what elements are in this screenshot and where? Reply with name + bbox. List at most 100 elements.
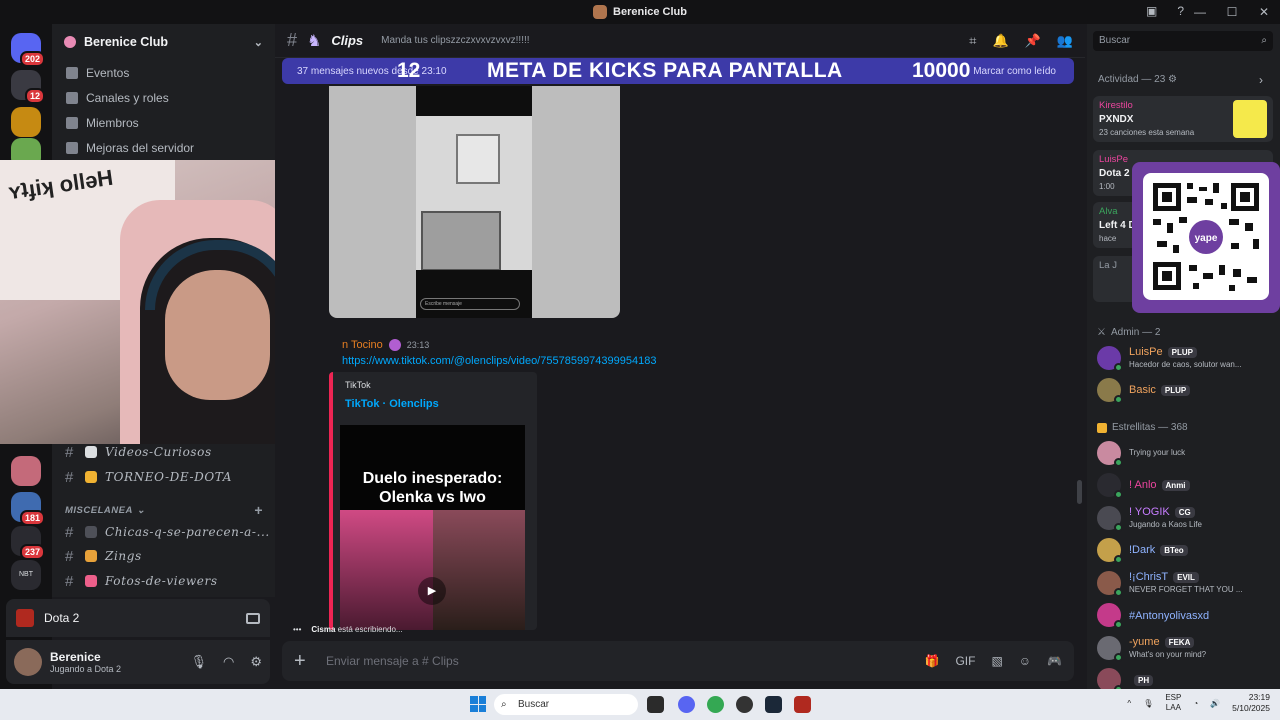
video-attachment[interactable]: Escribe mensaje [329, 86, 620, 318]
clock[interactable]: 23:19 5/10/2025 [1232, 692, 1270, 714]
gift-icon[interactable]: 🎁 [924, 654, 939, 668]
member-item[interactable]: ! YOGIK CG Jugando a Kaos Life [1093, 502, 1275, 533]
gear-icon[interactable]: ⚙ [250, 654, 262, 670]
typing-text: está escribiendo... [337, 625, 403, 634]
activity-bar[interactable]: Dota 2 [6, 599, 270, 637]
sticker-icon[interactable]: ▧ [991, 654, 1002, 668]
unread-badge: 181 [19, 510, 45, 526]
message-link[interactable]: https://www.tiktok.com/@olenclips/video/… [342, 355, 656, 367]
member-name: !Dark [1129, 544, 1156, 556]
nav-label: Eventos [86, 65, 130, 80]
qr-pattern: yape [1153, 183, 1259, 291]
embed-video-thumbnail[interactable]: Duelo inesperado: Olenka vs Iwo ▶ [340, 425, 525, 630]
window-title: Berenice Club [593, 5, 687, 19]
unread-badge: 237 [19, 544, 45, 560]
member-name: ! Anlo [1129, 479, 1157, 491]
server-icon[interactable]: 181 [11, 492, 45, 526]
member-status: Hacedor de caos, solutor wan... [1129, 359, 1242, 369]
screen-share-icon[interactable] [246, 612, 260, 624]
volume-icon[interactable]: 🔊 [1210, 699, 1220, 708]
minimize-button[interactable]: — [1184, 5, 1216, 19]
channel-name: TORNEO-DE-DOTA [105, 470, 232, 484]
pin-icon[interactable]: 📌 [1025, 33, 1041, 49]
channel-name: Videos-Curiosos [105, 445, 212, 459]
server-icon[interactable]: 12 [11, 70, 45, 104]
mark-as-read-button[interactable]: Marcar como leído [973, 66, 1056, 77]
microphone-icon[interactable]: 🎙 [190, 654, 207, 670]
chevron-right-icon[interactable]: › [1259, 73, 1263, 87]
bell-icon[interactable]: 🔔 [992, 33, 1008, 49]
member-item[interactable]: -yume FEKA What's on your mind? [1093, 632, 1275, 663]
maximize-button[interactable]: ☐ [1216, 5, 1248, 19]
category-header[interactable]: MISCELANEA ⌄ + [52, 500, 275, 520]
new-messages-banner[interactable]: 37 mensajes nuevos desde 23:10 12 META D… [282, 58, 1074, 84]
wifi-icon[interactable]: ◔ [1193, 699, 1198, 708]
member-item[interactable]: ! Anlo Anmi [1093, 470, 1275, 501]
chevron-up-icon[interactable]: ^ [1127, 699, 1131, 708]
apps-icon[interactable]: 🎮 [1047, 654, 1062, 668]
server-icon-home[interactable]: 202 [11, 33, 45, 67]
server-header[interactable]: Berenice Club ⌄ [52, 24, 275, 60]
search-input[interactable]: Buscar ⌕ [1093, 31, 1273, 51]
help-icon[interactable]: ? [1177, 4, 1184, 18]
channel-item[interactable]: # Chicas-q-se-parecen-a-... [52, 520, 275, 544]
members-icon[interactable]: 👥 [1057, 33, 1073, 49]
server-icon[interactable] [11, 107, 41, 137]
video-frame: Escribe mensaje [416, 86, 532, 318]
headphones-icon[interactable]: ◠ [223, 654, 234, 670]
add-channel-icon[interactable]: + [254, 502, 263, 518]
channel-header: # ♞ Clips Manda tus clipszzczxvxvzvxvz!!… [275, 24, 1085, 58]
play-icon[interactable]: ▶ [418, 577, 446, 605]
microphone-icon[interactable]: 🎙 [1143, 699, 1153, 708]
member-item[interactable]: LuisPe PLUP Hacedor de caos, solutor wan..… [1093, 342, 1275, 373]
avatar[interactable] [14, 648, 42, 676]
activity-user: La J [1099, 260, 1117, 271]
nav-boosts[interactable]: Mejoras del servidor [52, 135, 275, 160]
qr-label: yape [1195, 233, 1218, 244]
inbox-icon[interactable]: ▣ [1146, 4, 1157, 18]
channel-name: Fotos-de-viewers [105, 574, 218, 588]
nav-events[interactable]: Eventos [52, 60, 275, 85]
member-item[interactable]: #Antonyolivasxd [1093, 600, 1275, 631]
nav-channels-roles[interactable]: Canales y roles [52, 85, 275, 110]
server-icon[interactable]: NBT [11, 560, 41, 590]
message-author[interactable]: n Tocino [342, 339, 383, 351]
emoji-icon[interactable]: ☺ [1019, 654, 1031, 668]
list-icon [66, 91, 78, 104]
activity-sub: 23 canciones esta semana [1099, 128, 1195, 137]
add-attachment-icon[interactable]: + [294, 650, 310, 673]
dota-icon[interactable] [794, 696, 811, 713]
avatar [1097, 473, 1123, 499]
language-indicator[interactable]: ESP LAA [1165, 693, 1181, 713]
chat-scrollbar[interactable] [1077, 480, 1082, 504]
task-view-icon[interactable] [647, 696, 664, 713]
channel-item[interactable]: # TORNEO-DE-DOTA [52, 465, 275, 489]
server-icon[interactable]: 237 [11, 526, 45, 560]
chrome-icon[interactable] [707, 696, 724, 713]
gear-icon[interactable]: ⚙ [1168, 74, 1177, 85]
gif-icon[interactable]: GIF [955, 654, 975, 668]
close-button[interactable]: ✕ [1248, 5, 1280, 19]
threads-icon[interactable]: ⌗ [969, 33, 976, 49]
swords-icon: ⚔ [1097, 327, 1106, 338]
discord-icon[interactable] [678, 696, 695, 713]
channel-item[interactable]: # Zings [52, 544, 275, 568]
activity-card[interactable]: Kirestilo PXNDX 23 canciones esta semana [1093, 96, 1273, 142]
server-icon[interactable] [11, 456, 41, 486]
member-item[interactable]: !¡ChrisT EVIL NEVER FORGET THAT YOU ... [1093, 567, 1275, 598]
message-input[interactable]: Enviar mensaje a # Clips [326, 654, 459, 668]
steam-icon[interactable] [765, 696, 782, 713]
nav-members[interactable]: Miembros [52, 110, 275, 135]
member-item[interactable]: !Dark BTeo [1093, 535, 1275, 566]
member-item[interactable]: Trying your luck [1093, 437, 1275, 468]
channel-item[interactable]: # Fotos-de-viewers [52, 569, 275, 593]
windows-start-icon[interactable] [470, 696, 486, 712]
obs-icon[interactable] [736, 696, 753, 713]
taskbar-search[interactable]: ⌕ Buscar [494, 694, 638, 715]
channel-item[interactable]: # Videos-Curiosos [52, 440, 275, 464]
embed-title[interactable]: TikTok · Olenclips [345, 398, 439, 410]
member-item[interactable]: Basic PLUP [1093, 375, 1275, 406]
message-composer[interactable]: + Enviar mensaje a # Clips 🎁 GIF ▧ ☺ 🎮 [282, 641, 1074, 681]
member-tag: EVIL [1173, 571, 1199, 583]
user-panel: Berenice Jugando a Dota 2 🎙 ◠ ⚙ [6, 640, 270, 684]
